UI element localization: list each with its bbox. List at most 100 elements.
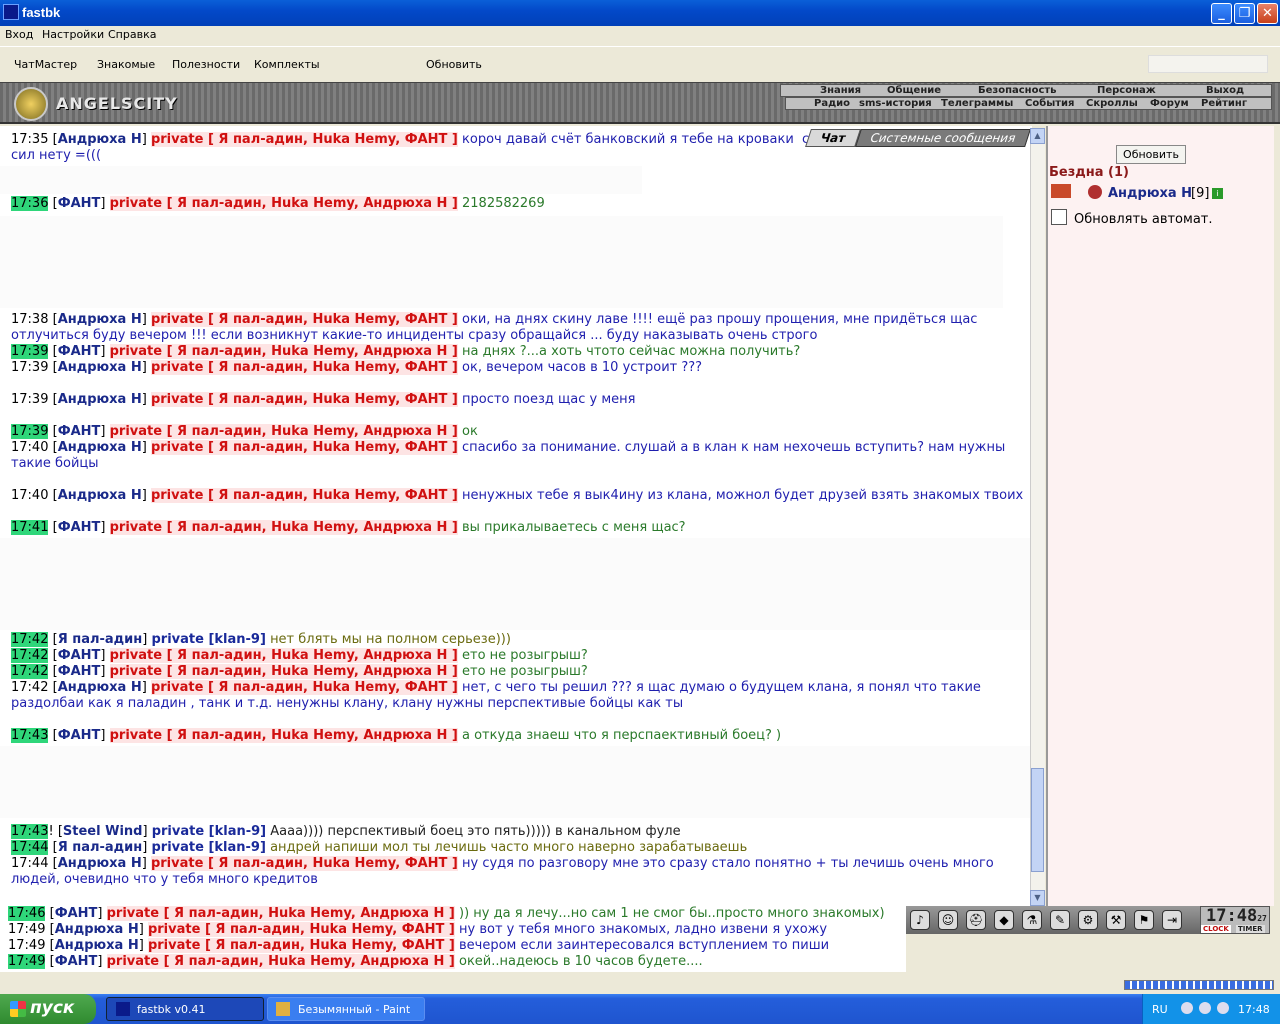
message-private-tag[interactable]: private [ Я пал-адин, Huka Hemy, Андрюха… [109,648,458,663]
close-button[interactable]: ✕ [1257,3,1278,24]
message-nick[interactable]: ФАНТ [58,728,101,743]
language-indicator[interactable]: RU [1152,1003,1168,1016]
chat-message: 17:42 [ФАНТ] private [ Я пал-адин, Huka … [11,664,588,679]
message-private-tag[interactable]: private [ Я пал-адин, Huka Hemy, ФАНТ ] [150,440,458,455]
refresh-button[interactable]: Обновить [1116,145,1186,164]
message-nick[interactable]: Андрюха Н [58,312,142,327]
flag-icon[interactable]: ⚑ [1134,910,1154,930]
auto-refresh-checkbox[interactable] [1051,209,1067,225]
nav-knowledge[interactable]: Знания [820,85,861,96]
message-nick[interactable]: Я пал-адин [58,840,143,855]
nav-sms-history[interactable]: sms-история [859,98,932,109]
nav-security[interactable]: Безопасность [978,85,1057,96]
refresh-toolbar-button[interactable]: Обновить [426,58,482,71]
message-nick[interactable]: Андрюха Н [58,392,142,407]
message-private-tag[interactable]: private [ Я пал-адин, Huka Hemy, Андрюха… [106,954,455,969]
message-private-tag[interactable]: private [ Я пал-адин, Huka Hemy, ФАНТ ] [150,856,458,871]
security-icon[interactable] [1217,1002,1229,1014]
message-nick[interactable]: Андрюха Н [58,440,142,455]
scroll-down-arrow-icon[interactable]: ▼ [1030,890,1045,906]
useful-button[interactable]: Полезности [172,58,240,71]
message-nick[interactable]: ФАНТ [58,648,101,663]
message-nick[interactable]: ФАНТ [58,196,101,211]
toolbar-field[interactable] [1148,55,1268,73]
nav-exit[interactable]: Выход [1206,85,1244,96]
user-name[interactable]: Андрюха Н [1108,186,1192,201]
tab-chat[interactable]: Чат [805,129,861,147]
message-text: а откуда знаеш что я перспаективный боец… [462,728,782,743]
message-private-tag[interactable]: private [klan-9] [151,840,265,855]
message-private-tag[interactable]: private [ Я пал-адин, Huka Hemy, ФАНТ ] [150,392,458,407]
helmet-icon[interactable]: ⛑ [966,910,986,930]
chatmaster-button[interactable]: ЧатМастер [14,58,77,71]
smile-icon[interactable]: ☺ [938,910,958,930]
message-private-tag[interactable]: private [ Я пал-адин, Huka Hemy, ФАНТ ] [150,488,458,503]
nav-communication[interactable]: Общение [887,85,941,96]
message-nick[interactable]: Андрюха Н [58,680,142,695]
potion-icon[interactable]: ⚗ [1022,910,1042,930]
nav-rating[interactable]: Рейтинг [1201,98,1247,109]
title-bar [0,0,1280,26]
private-message-icon[interactable] [1051,184,1071,198]
maximize-button[interactable]: ❐ [1234,3,1255,24]
message-nick[interactable]: Андрюха Н [58,360,142,375]
network-icon[interactable] [1199,1002,1211,1014]
minimize-button[interactable]: _ [1211,3,1232,24]
scroll-thumb[interactable] [1031,768,1044,872]
nav-radio[interactable]: Радио [814,98,850,109]
message-private-tag[interactable]: private [ Я пал-адин, Huka Hemy, Андрюха… [106,906,455,921]
message-private-tag[interactable]: private [ Я пал-адин, Huka Hemy, Андрюха… [109,196,458,211]
message-private-tag[interactable]: private [ Я пал-адин, Huka Hemy, Андрюха… [109,728,458,743]
nav-telegrams[interactable]: Телеграммы [941,98,1013,109]
chat-message: 17:39 [ФАНТ] private [ Я пал-адин, Huka … [11,424,478,439]
message-nick[interactable]: ФАНТ [58,520,101,535]
message-private-tag[interactable]: private [ Я пал-адин, Huka Hemy, ФАНТ ] [150,132,458,147]
message-nick[interactable]: ФАНТ [55,954,98,969]
gear-icon[interactable]: ⚙ [1078,910,1098,930]
nav-scrolls[interactable]: Скроллы [1086,98,1138,109]
scroll-icon[interactable]: ✎ [1050,910,1070,930]
menu-login[interactable]: Вход [5,28,33,41]
message-private-tag[interactable]: private [ Я пал-адин, Huka Hemy, ФАНТ ] [150,680,458,695]
message-nick[interactable]: Андрюха Н [58,488,142,503]
user-info-icon[interactable]: i [1212,188,1223,199]
message-private-tag[interactable]: private [ Я пал-адин, Huka Hemy, Андрюха… [109,520,458,535]
sets-button[interactable]: Комплекты [254,58,320,71]
nav-character[interactable]: Персонаж [1097,85,1156,96]
menu-settings[interactable]: Настройки [42,28,104,41]
tab-system-messages[interactable]: Системные сообщения [855,129,1031,147]
timer-label[interactable]: TIMER [1236,925,1265,933]
message-nick[interactable]: Андрюха Н [58,856,142,871]
message-nick[interactable]: ФАНТ [58,664,101,679]
scroll-up-arrow-icon[interactable]: ▲ [1030,128,1045,144]
nav-events[interactable]: События [1025,98,1074,109]
chat-log[interactable]: 17:35 [Андрюха Н] private [ Я пал-адин, … [0,126,1032,908]
menu-help[interactable]: Справка [108,28,156,41]
tray-arrow-icon[interactable] [1181,1002,1193,1014]
message-private-tag[interactable]: private [ Я пал-адин, Huka Hemy, Андрюха… [109,664,458,679]
shield-icon[interactable]: ◆ [994,910,1014,930]
message-private-tag[interactable]: private [klan-9] [152,824,266,839]
message-private-tag[interactable]: private [ Я пал-адин, Huka Hemy, ФАНТ ] [147,922,455,937]
message-nick[interactable]: ФАНТ [58,344,101,359]
message-nick[interactable]: Андрюха Н [55,922,139,937]
tools-icon[interactable]: ⚒ [1106,910,1126,930]
message-private-tag[interactable]: private [ Я пал-адин, Huka Hemy, Андрюха… [109,424,458,439]
message-private-tag[interactable]: private [ Я пал-адин, Huka Hemy, ФАНТ ] [150,360,458,375]
message-private-tag[interactable]: private [ Я пал-адин, Huka Hemy, ФАНТ ] [147,938,455,953]
message-nick[interactable]: Steel Wind [63,824,143,839]
message-nick[interactable]: Андрюха Н [58,132,142,147]
message-nick[interactable]: ФАНТ [58,424,101,439]
nav-forum[interactable]: Форум [1150,98,1189,109]
clock-label[interactable]: CLOCK [1201,925,1231,933]
message-private-tag[interactable]: private [ Я пал-адин, Huka Hemy, ФАНТ ] [150,312,458,327]
message-nick[interactable]: Андрюха Н [55,938,139,953]
message-private-tag[interactable]: private [klan-9] [151,632,265,647]
exit-icon[interactable]: ⇥ [1162,910,1182,930]
message-private-tag[interactable]: private [ Я пал-адин, Huka Hemy, Андрюха… [109,344,458,359]
taskbar-item-paint[interactable]: Безымянный - Paint [267,997,425,1021]
message-nick[interactable]: ФАНТ [55,906,98,921]
friends-button[interactable]: Знакомые [97,58,155,71]
message-nick[interactable]: Я пал-адин [58,632,143,647]
sound-icon[interactable]: ♪ [910,910,930,930]
